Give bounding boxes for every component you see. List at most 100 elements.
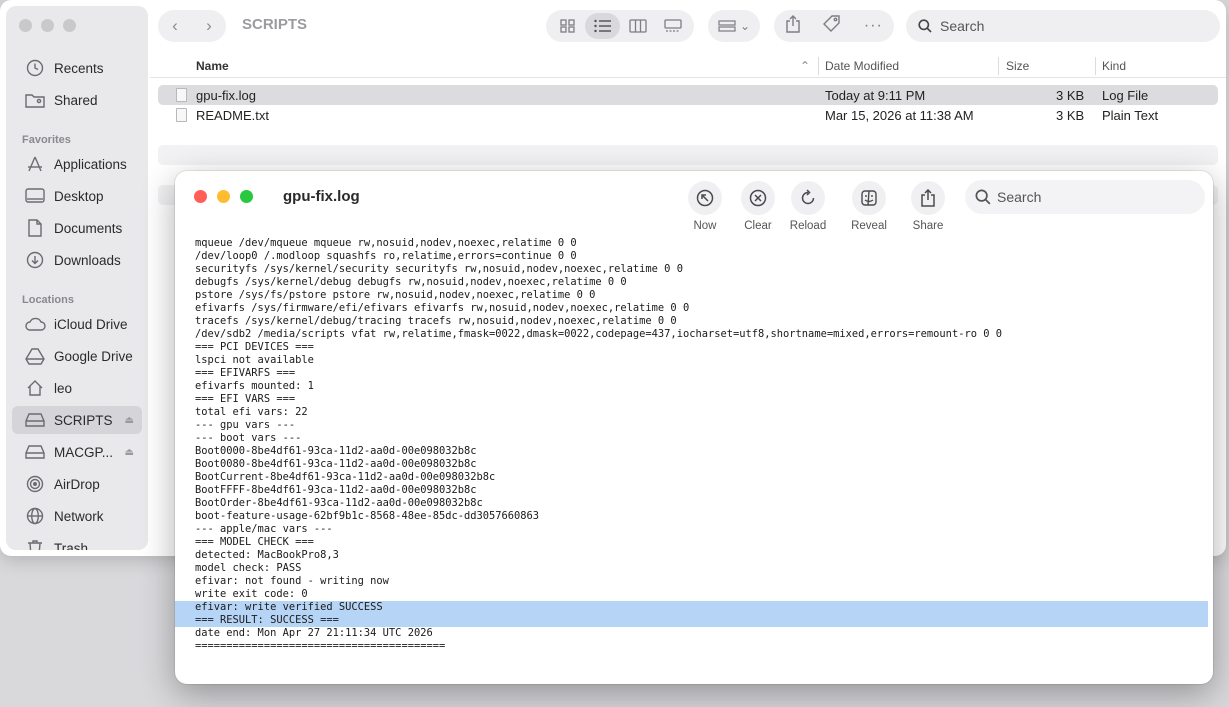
log-line: BootOrder-8be4df61-93ca-11d2-aa0d-00e098… — [195, 497, 483, 509]
network-icon — [24, 507, 46, 525]
sidebar-item-desktop[interactable]: Desktop — [12, 182, 142, 210]
log-line: --- apple/mac vars --- — [195, 523, 333, 535]
sidebar-item-label: AirDrop — [54, 476, 100, 492]
sidebar-item-scripts[interactable]: SCRIPTS ⏏ — [12, 406, 142, 434]
sidebar-item-applications[interactable]: Applications — [12, 150, 142, 178]
now-button[interactable]: Now — [681, 181, 729, 232]
console-search-input[interactable] — [997, 189, 1197, 205]
finder-window-controls — [19, 19, 76, 32]
home-icon — [24, 379, 46, 397]
reveal-button-label: Reveal — [851, 220, 887, 232]
zoom-button[interactable] — [240, 190, 253, 203]
sidebar-item-label: Applications — [54, 156, 127, 172]
file-row[interactable]: README.txt Mar 15, 2026 at 11:38 AM 3 KB Pl… — [158, 105, 1218, 125]
navigation-buttons: ‹ › — [158, 10, 226, 42]
sidebar-item-label: Documents — [54, 220, 123, 236]
sidebar-item-documents[interactable]: Documents — [12, 214, 142, 242]
finder-search-input[interactable] — [940, 18, 1200, 34]
log-line: mqueue /dev/mqueue mqueue rw,nosuid,node… — [195, 237, 577, 249]
log-line: --- boot vars --- — [195, 432, 302, 444]
reload-icon — [801, 189, 815, 205]
sort-ascending-icon[interactable]: ⌃ — [800, 59, 810, 73]
sidebar-item-macgp[interactable]: MACGP... ⏏ — [12, 438, 142, 466]
log-line: tracefs /sys/kernel/debug/tracing tracef… — [195, 315, 677, 327]
reload-button-label: Reload — [789, 220, 827, 232]
log-line: total efi vars: 22 — [195, 406, 308, 418]
file-kind: Log File — [1102, 88, 1149, 103]
column-view-icon[interactable] — [620, 13, 655, 39]
log-line: debugfs /sys/kernel/debug debugfs rw,nos… — [195, 276, 627, 288]
applications-icon — [24, 155, 46, 173]
clear-button-label: Clear — [744, 220, 772, 232]
back-chevron-icon[interactable]: ‹ — [172, 16, 178, 36]
group-by-button[interactable]: ⌄ — [708, 10, 760, 42]
sidebar-section-label: Locations — [22, 294, 74, 306]
console-search-field[interactable] — [965, 180, 1205, 214]
sidebar-item-label: MACGP... — [54, 444, 114, 460]
now-arrow-icon — [696, 189, 714, 207]
reload-button[interactable]: Reload — [784, 181, 832, 232]
sidebar-item-label: SCRIPTS — [54, 412, 113, 428]
sidebar-item-downloads[interactable]: Downloads — [12, 246, 142, 274]
airdrop-icon — [24, 475, 46, 493]
log-line: efivar: write verified SUCCESS — [175, 601, 1208, 614]
log-line: /dev/loop0 /.modloop squashfs ro,relatim… — [195, 250, 577, 262]
share-button-label: Share — [912, 220, 944, 232]
more-icon[interactable]: ··· — [864, 17, 883, 35]
reveal-button[interactable]: Reveal — [845, 181, 893, 232]
minimize-button[interactable] — [217, 190, 230, 203]
forward-chevron-icon[interactable]: › — [206, 16, 212, 36]
drive-icon — [24, 443, 46, 461]
column-name-header[interactable]: Name — [196, 59, 229, 73]
close-button[interactable] — [19, 19, 32, 32]
log-line: === EFI VARS === — [195, 393, 296, 405]
console-window: gpu-fix.log Now Clear Reload Reveal Shar… — [175, 171, 1213, 684]
clear-button[interactable]: Clear — [734, 181, 782, 232]
share-icon — [921, 189, 935, 207]
gallery-view-icon[interactable] — [655, 13, 690, 39]
sidebar-item-shared[interactable]: Shared — [12, 86, 142, 114]
sidebar-item-leo[interactable]: leo — [12, 374, 142, 402]
minimize-button[interactable] — [41, 19, 54, 32]
list-view-icon[interactable] — [585, 13, 620, 39]
close-button[interactable] — [194, 190, 207, 203]
tag-icon[interactable] — [823, 14, 841, 38]
icon-view-icon[interactable] — [550, 13, 585, 39]
log-line: write exit code: 0 — [195, 588, 308, 600]
file-row[interactable]: gpu-fix.log Today at 9:11 PM 3 KB Log File — [158, 85, 1218, 105]
log-line: efivar: not found - writing now — [195, 575, 389, 587]
eject-icon[interactable]: ⏏ — [125, 447, 134, 458]
finder-search-field[interactable] — [906, 10, 1220, 42]
file-name: gpu-fix.log — [196, 88, 256, 103]
file-size: 3 KB — [1056, 88, 1085, 103]
sidebar-item-airdrop[interactable]: AirDrop — [12, 470, 142, 498]
finder-face-icon — [861, 190, 877, 206]
eject-icon[interactable]: ⏏ — [125, 415, 134, 426]
log-line: pstore /sys/fs/pstore pstore rw,nosuid,n… — [195, 289, 596, 301]
search-icon — [918, 19, 932, 33]
sidebar-item-google-drive[interactable]: Google Drive — [12, 342, 142, 370]
column-size-header[interactable]: Size — [1006, 59, 1029, 73]
log-line: --- gpu vars --- — [195, 419, 296, 431]
sidebar-item-trash[interactable]: Trash — [12, 534, 142, 550]
log-content[interactable]: mqueue /dev/mqueue mqueue rw,nosuid,node… — [175, 237, 1213, 653]
empty-row — [158, 145, 1218, 165]
log-line: Boot0000-8be4df61-93ca-11d2-aa0d-00e0980… — [195, 445, 477, 457]
share-button[interactable]: Share — [904, 181, 952, 232]
sidebar-item-label: Desktop — [54, 188, 104, 204]
sidebar-item-recents[interactable]: Recents — [12, 54, 142, 82]
log-line: === RESULT: SUCCESS === — [175, 614, 1208, 627]
column-header: Name ⌃ Date Modified Size Kind — [150, 54, 1226, 78]
sidebar-item-icloud-drive[interactable]: iCloud Drive — [12, 310, 142, 338]
column-kind-header[interactable]: Kind — [1102, 59, 1126, 73]
log-line: efivarfs /sys/firmware/efi/efivars efiva… — [195, 302, 690, 314]
sidebar-item-label: Network — [54, 508, 104, 524]
console-title: gpu-fix.log — [283, 188, 360, 205]
file-kind: Plain Text — [1102, 108, 1159, 123]
zoom-button[interactable] — [63, 19, 76, 32]
sidebar-item-network[interactable]: Network — [12, 502, 142, 530]
log-line: BootFFFF-8be4df61-93ca-11d2-aa0d-00e0980… — [195, 484, 477, 496]
column-date-header[interactable]: Date Modified — [825, 59, 899, 73]
sidebar-item-label: Downloads — [54, 252, 121, 268]
share-icon[interactable] — [785, 14, 801, 38]
